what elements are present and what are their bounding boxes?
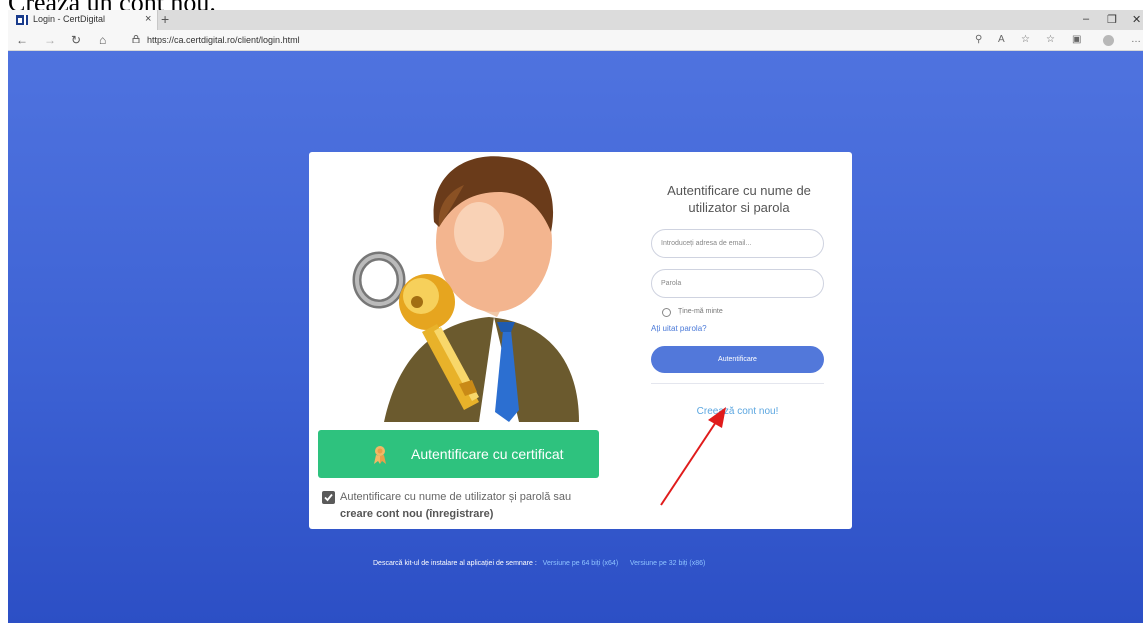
password-field[interactable]: Parola xyxy=(651,269,824,298)
more-icon[interactable]: … xyxy=(1131,34,1141,45)
download-footer: Descarcă kit-ul de instalare al aplicați… xyxy=(373,560,705,567)
browser-toolbar: ← → ↻ ⌂ https://ca.certdigital.ro/client… xyxy=(8,30,1143,51)
email-placeholder: Introduceți adresa de email... xyxy=(661,240,752,247)
check-text-main: Autentificare cu nume de utilizator și p… xyxy=(340,491,572,503)
read-aloud-icon[interactable]: A xyxy=(998,34,1005,45)
certificate-icon xyxy=(374,446,386,464)
forward-icon[interactable]: → xyxy=(44,33,56,47)
remember-me-label: Ține-mă minte xyxy=(678,308,723,315)
user-with-key-illustration xyxy=(352,156,579,422)
login-submit-label: Autentificare xyxy=(718,356,757,363)
certificate-login-button[interactable]: Autentificare cu certificat xyxy=(318,430,599,478)
red-arrow-annotation xyxy=(660,407,726,506)
lock-icon xyxy=(132,35,140,43)
forgot-password-link[interactable]: Ați uitat parola? xyxy=(651,324,707,333)
tab-close-icon[interactable]: × xyxy=(145,13,151,25)
favorite-star-icon[interactable]: ☆ xyxy=(1021,34,1030,45)
restore-icon[interactable]: ❐ xyxy=(1107,13,1117,26)
tab-title: Login - CertDigital xyxy=(33,14,106,24)
favorites-list-icon[interactable]: ☆ xyxy=(1046,34,1055,45)
profile-avatar[interactable] xyxy=(1103,35,1114,46)
download-x64-link[interactable]: Versiune pe 64 biți (x64) xyxy=(543,560,619,567)
minimize-icon[interactable]: – xyxy=(1083,13,1089,25)
certificate-login-label: Autentificare cu certificat xyxy=(411,446,564,462)
new-tab-icon[interactable]: + xyxy=(161,11,169,27)
login-submit-button[interactable]: Autentificare xyxy=(651,346,824,373)
certdigital-favicon-icon xyxy=(16,15,28,25)
close-window-icon[interactable]: ✕ xyxy=(1132,13,1141,26)
tab-login-certdigital[interactable]: Login - CertDigital × xyxy=(8,10,158,30)
address-bar[interactable]: https://ca.certdigital.ro/client/login.h… xyxy=(147,35,300,45)
back-icon[interactable]: ← xyxy=(16,33,28,47)
login-form-title: Autentificare cu nume de utilizator si p… xyxy=(667,183,811,215)
collections-icon[interactable]: ▣ xyxy=(1072,34,1081,45)
browser-window: Login - CertDigital × + – ❐ ✕ ← → ↻ ⌂ ht… xyxy=(8,10,1143,623)
download-x86-link[interactable]: Versiune pe 32 biți (x86) xyxy=(630,560,706,567)
footer-text: Descarcă kit-ul de instalare al aplicați… xyxy=(373,560,537,567)
tab-bar: Login - CertDigital × + – ❐ ✕ xyxy=(8,10,1143,30)
checkmark-icon xyxy=(324,493,333,502)
home-icon[interactable]: ⌂ xyxy=(99,33,106,47)
zoom-icon[interactable]: ⚲ xyxy=(975,34,982,45)
remember-me-radio[interactable] xyxy=(662,308,671,317)
login-page: Autentificare cu certificat Autentificar… xyxy=(8,51,1143,623)
check-text-bold: creare cont nou (înregistrare) xyxy=(340,508,494,520)
username-login-option-text: Autentificare cu nume de utilizator și p… xyxy=(340,489,600,523)
form-divider xyxy=(651,383,824,384)
username-login-checkbox[interactable] xyxy=(322,491,335,504)
login-card: Autentificare cu certificat Autentificar… xyxy=(309,152,852,529)
refresh-icon[interactable]: ↻ xyxy=(71,33,81,47)
password-placeholder: Parola xyxy=(661,280,682,287)
email-field[interactable]: Introduceți adresa de email... xyxy=(651,229,824,258)
